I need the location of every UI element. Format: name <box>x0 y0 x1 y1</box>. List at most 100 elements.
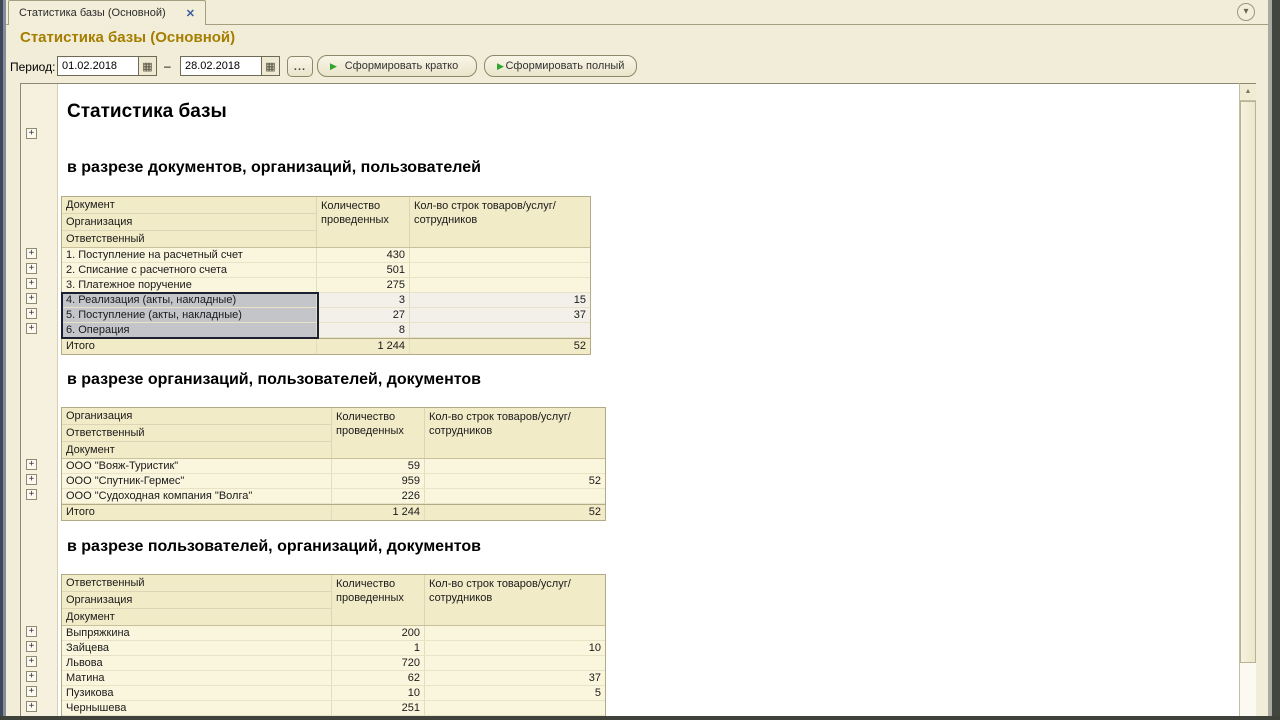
cell-label[interactable]: Матина <box>62 671 332 685</box>
cell-lines[interactable] <box>410 263 590 277</box>
table-row: Пузикова 10 5 <box>62 686 605 701</box>
cell-label[interactable]: 5. Поступление (акты, накладные) <box>62 308 317 322</box>
expand-icon[interactable]: + <box>26 671 37 682</box>
cell-label[interactable]: ООО "Вояж-Туристик" <box>62 459 332 473</box>
cell-label[interactable]: 4. Реализация (акты, накладные) <box>62 293 317 307</box>
cell-label[interactable]: 3. Платежное поручение <box>62 278 317 292</box>
section-heading[interactable]: в разрезе организаций, пользователей, до… <box>67 371 481 389</box>
expand-icon[interactable]: + <box>26 248 37 259</box>
cell-lines[interactable]: 37 <box>425 671 605 685</box>
expand-icon[interactable]: + <box>26 474 37 485</box>
tab-statistics[interactable]: Статистика базы (Основной) ✕ <box>8 0 206 25</box>
cell-lines[interactable] <box>410 278 590 292</box>
expand-icon[interactable]: + <box>26 641 37 652</box>
cell-count[interactable]: 275 <box>317 278 410 292</box>
calendar-icon[interactable]: ▦ <box>138 57 156 75</box>
cell-count[interactable]: 27 <box>317 308 410 322</box>
cell-label[interactable]: Итого <box>62 339 317 354</box>
cell-count[interactable]: 501 <box>317 263 410 277</box>
header-cell[interactable]: Количество проведенных <box>317 197 410 247</box>
header-cell[interactable]: Количество проведенных <box>332 575 425 625</box>
cell-label[interactable]: Зайцева <box>62 641 332 655</box>
calendar-icon[interactable]: ▦ <box>261 57 279 75</box>
header-cell[interactable]: Кол-во строк товаров/услуг/сотрудников <box>410 197 590 247</box>
header-cell[interactable]: Документ <box>62 609 331 625</box>
expand-icon[interactable]: + <box>26 489 37 500</box>
vertical-scrollbar[interactable]: ▲ <box>1239 83 1256 720</box>
cell-lines[interactable]: 15 <box>410 293 590 307</box>
expand-icon[interactable]: + <box>26 626 37 637</box>
generate-brief-button[interactable]: ▶ Сформировать кратко <box>317 55 477 77</box>
cell-lines[interactable] <box>425 489 605 503</box>
header-cell[interactable]: Ответственный <box>62 575 331 592</box>
header-cell[interactable]: Организация <box>62 214 316 231</box>
section-heading[interactable]: в разрезе документов, организаций, польз… <box>67 159 481 177</box>
cell-count[interactable]: 430 <box>317 248 410 262</box>
header-cell[interactable]: Организация <box>62 592 331 609</box>
expand-icon[interactable]: + <box>26 263 37 274</box>
cell-count[interactable]: 1 244 <box>317 339 410 354</box>
header-cell[interactable]: Документ <box>62 197 316 214</box>
cell-lines[interactable]: 52 <box>410 339 590 354</box>
cell-lines[interactable] <box>425 656 605 670</box>
scrollbar-thumb[interactable] <box>1240 101 1256 663</box>
cell-lines[interactable] <box>410 248 590 262</box>
expand-icon[interactable]: + <box>26 459 37 470</box>
cell-lines[interactable] <box>425 701 605 715</box>
period-more-button[interactable]: ... <box>287 56 313 77</box>
cell-count[interactable]: 200 <box>332 626 425 640</box>
cell-lines[interactable]: 52 <box>425 505 605 520</box>
cell-label[interactable]: ООО "Судоходная компания "Волга" <box>62 489 332 503</box>
cell-lines[interactable]: 52 <box>425 474 605 488</box>
expand-icon[interactable]: + <box>26 293 37 304</box>
close-icon[interactable]: ✕ <box>184 7 197 20</box>
header-cell[interactable]: Документ <box>62 442 331 458</box>
cell-label[interactable]: ООО "Спутник-Гермес" <box>62 474 332 488</box>
cell-label[interactable]: Выпряжкина <box>62 626 332 640</box>
section-heading[interactable]: в разрезе пользователей, организаций, до… <box>67 538 481 556</box>
header-cell[interactable]: Кол-во строк товаров/услуг/сотрудников <box>425 575 605 625</box>
expand-icon[interactable]: + <box>26 701 37 712</box>
cell-lines[interactable]: 37 <box>410 308 590 322</box>
expand-icon[interactable]: + <box>26 308 37 319</box>
cell-label[interactable]: 2. Списание с расчетного счета <box>62 263 317 277</box>
cell-count[interactable]: 3 <box>317 293 410 307</box>
cell-label[interactable]: Львова <box>62 656 332 670</box>
expand-icon[interactable]: + <box>26 128 37 139</box>
cell-lines[interactable] <box>410 323 590 337</box>
header-cell[interactable]: Количество проведенных <box>332 408 425 458</box>
header-cell[interactable]: Ответственный <box>62 425 331 442</box>
date-from-input[interactable] <box>58 57 138 75</box>
cell-count[interactable]: 226 <box>332 489 425 503</box>
cell-lines[interactable] <box>425 459 605 473</box>
cell-count[interactable]: 8 <box>317 323 410 337</box>
expand-icon[interactable]: + <box>26 656 37 667</box>
cell-label[interactable]: 6. Операция <box>62 323 317 337</box>
cell-count[interactable]: 10 <box>332 686 425 700</box>
generate-full-button[interactable]: ▶ Сформировать полный <box>484 55 637 77</box>
expand-icon[interactable]: + <box>26 323 37 334</box>
cell-lines[interactable] <box>425 626 605 640</box>
header-cell[interactable]: Кол-во строк товаров/услуг/сотрудников <box>425 408 605 458</box>
header-cell[interactable]: Организация <box>62 408 331 425</box>
cell-lines[interactable]: 5 <box>425 686 605 700</box>
scroll-up-icon[interactable]: ▲ <box>1240 84 1256 101</box>
report-title[interactable]: Статистика базы <box>67 101 227 123</box>
expand-icon[interactable]: + <box>26 686 37 697</box>
cell-label[interactable]: Чернышева <box>62 701 332 715</box>
cell-label[interactable]: 1. Поступление на расчетный счет <box>62 248 317 262</box>
cell-count[interactable]: 62 <box>332 671 425 685</box>
date-to-input[interactable] <box>181 57 261 75</box>
cell-count[interactable]: 959 <box>332 474 425 488</box>
cell-label[interactable]: Пузикова <box>62 686 332 700</box>
cell-count[interactable]: 1 <box>332 641 425 655</box>
cell-count[interactable]: 59 <box>332 459 425 473</box>
expand-icon[interactable]: + <box>26 278 37 289</box>
cell-count[interactable]: 720 <box>332 656 425 670</box>
cell-lines[interactable]: 10 <box>425 641 605 655</box>
header-cell[interactable]: Ответственный <box>62 231 316 247</box>
window-list-button[interactable]: ▾ <box>1237 3 1255 21</box>
cell-count[interactable]: 1 244 <box>332 505 425 520</box>
cell-label[interactable]: Итого <box>62 505 332 520</box>
cell-count[interactable]: 251 <box>332 701 425 715</box>
